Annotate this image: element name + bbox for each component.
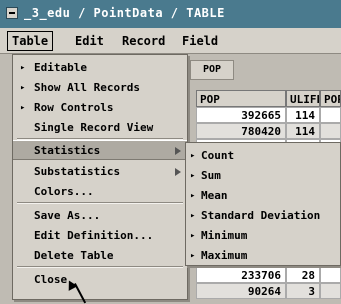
cell-pop2[interactable]	[320, 283, 341, 299]
statistics-submenu: ▸ Count ▸ Sum ▸ Mean ▸ Standard Deviation ▸ Minim…	[185, 142, 341, 266]
checkmark-icon: ▸	[190, 251, 196, 261]
cell-pop[interactable]: 780420	[196, 123, 286, 139]
submenu-item-mean[interactable]: ▸ Mean	[186, 186, 338, 206]
checkmark-icon: ▸	[190, 151, 196, 161]
menu-item-label: Colors...	[34, 185, 94, 198]
cell-ulife[interactable]: 28	[286, 267, 320, 283]
menu-item-show-all-records[interactable]: ▸ Show All Records	[13, 78, 187, 98]
menu-separator	[17, 138, 183, 140]
checkmark-icon: ▸	[190, 171, 196, 181]
menu-record[interactable]: Record	[122, 32, 165, 50]
column-header-ulife[interactable]: ULIFE	[286, 90, 320, 107]
menu-item-close[interactable]: Close	[13, 270, 187, 290]
checkmark-icon: ▸	[190, 231, 196, 241]
submenu-item-label: Minimum	[201, 229, 248, 242]
menu-item-single-record-view[interactable]: Single Record View	[13, 118, 187, 138]
window-title: _3_edu / PointData / TABLE	[24, 6, 225, 20]
menubar: Table Edit Record Field	[0, 28, 341, 54]
menu-field[interactable]: Field	[182, 32, 218, 50]
menu-item-substatistics[interactable]: Substatistics	[13, 162, 187, 182]
menu-item-save-as[interactable]: Save As...	[13, 206, 187, 226]
menu-item-label: Editable	[34, 61, 87, 74]
menu-item-row-controls[interactable]: ▸ Row Controls	[13, 98, 187, 118]
submenu-item-count[interactable]: ▸ Count	[186, 146, 338, 166]
submenu-item-label: Mean	[201, 189, 228, 202]
menu-item-label: Substatistics	[34, 165, 121, 178]
table-menu-dropdown: ▸ Editable ▸ Show All Records ▸ Row Controls S…	[12, 54, 188, 300]
menu-item-editable[interactable]: ▸ Editable	[13, 58, 187, 78]
column-header-pop2[interactable]: POP	[320, 90, 341, 107]
submenu-item-label: Standard Deviation	[201, 209, 321, 222]
menu-item-label: Save As...	[34, 209, 101, 222]
submenu-item-maximum[interactable]: ▸ Maximum	[186, 246, 338, 266]
cell-pop2[interactable]	[320, 123, 341, 139]
menu-table[interactable]: Table	[7, 31, 54, 51]
field-popup[interactable]: POP	[190, 60, 234, 80]
cell-pop2[interactable]	[320, 107, 341, 123]
checkmark-icon: ▸	[190, 191, 196, 201]
cell-pop2[interactable]	[320, 267, 341, 283]
cell-ulife[interactable]: 114	[286, 123, 320, 139]
submenu-item-standard-deviation[interactable]: ▸ Standard Deviation	[186, 206, 338, 226]
submenu-item-label: Count	[201, 149, 235, 162]
submenu-item-sum[interactable]: ▸ Sum	[186, 166, 338, 186]
menu-item-statistics[interactable]: Statistics	[13, 140, 187, 160]
menu-item-label: Single Record View	[34, 121, 154, 134]
submenu-arrow-icon	[175, 168, 181, 176]
menu-separator	[17, 266, 183, 268]
menu-item-label: Close	[34, 273, 68, 286]
menu-separator	[17, 202, 183, 204]
checkmark-icon: ▸	[20, 83, 26, 93]
menu-edit[interactable]: Edit	[75, 32, 104, 50]
cell-pop[interactable]: 233706	[196, 267, 286, 283]
menu-item-delete-table[interactable]: Delete Table	[13, 246, 187, 266]
cell-ulife[interactable]: 3	[286, 283, 320, 299]
menu-item-label: Edit Definition...	[34, 229, 154, 242]
submenu-arrow-icon	[175, 147, 181, 155]
window-menu-icon[interactable]	[6, 7, 18, 19]
checkmark-icon: ▸	[20, 63, 26, 73]
submenu-item-label: Sum	[201, 169, 221, 182]
menu-item-label: Delete Table	[34, 249, 114, 262]
checkmark-icon: ▸	[20, 103, 26, 113]
window-titlebar[interactable]: _3_edu / PointData / TABLE	[0, 0, 341, 28]
submenu-item-label: Maximum	[201, 249, 248, 262]
menu-item-edit-definition[interactable]: Edit Definition...	[13, 226, 187, 246]
menu-item-label: Row Controls	[34, 101, 114, 114]
cell-ulife[interactable]: 114	[286, 107, 320, 123]
cell-pop[interactable]: 90264	[196, 283, 286, 299]
checkmark-icon: ▸	[190, 211, 196, 221]
menu-item-colors[interactable]: Colors...	[13, 182, 187, 202]
cell-pop[interactable]: 392665	[196, 107, 286, 123]
menu-item-label: Statistics	[34, 144, 101, 157]
column-header-pop[interactable]: POP	[196, 90, 286, 107]
submenu-item-minimum[interactable]: ▸ Minimum	[186, 226, 338, 246]
menu-item-label: Show All Records	[34, 81, 140, 94]
